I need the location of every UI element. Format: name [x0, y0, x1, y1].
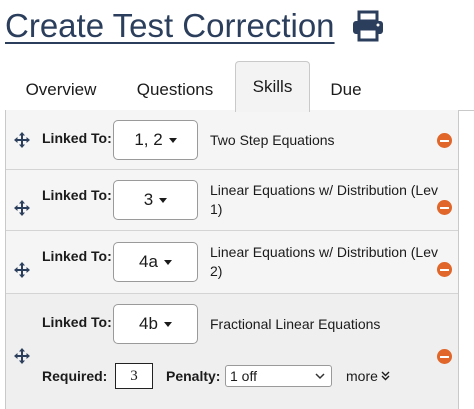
remove-icon[interactable]: [437, 200, 452, 215]
question-select[interactable]: 4b: [113, 304, 198, 344]
skill-row: Linked To: 3 Linear Equations w/ Distrib…: [6, 170, 458, 231]
question-select-value: 4b: [139, 314, 158, 333]
required-label: Required:: [42, 368, 108, 384]
caret-down-icon: [159, 197, 168, 203]
more-label: more: [346, 368, 378, 384]
caret-down-icon: [163, 259, 172, 265]
tab-bar: Overview Questions Skills Due: [5, 60, 474, 112]
required-input[interactable]: [115, 363, 153, 389]
skill-row: Linked To: 4a Linear Equations w/ Distri…: [6, 231, 458, 294]
penalty-select-value: 1 off: [230, 368, 257, 384]
more-link[interactable]: more: [346, 368, 390, 384]
tab-skills[interactable]: Skills: [235, 61, 310, 112]
page-title[interactable]: Create Test Correction: [5, 7, 335, 45]
skills-panel: Linked To: 1, 2 Two Step Equations Linke…: [5, 110, 459, 409]
question-select[interactable]: 3: [113, 180, 198, 220]
question-select[interactable]: 4a: [113, 242, 198, 282]
remove-icon[interactable]: [437, 262, 452, 277]
skill-name: Fractional Linear Equations: [210, 316, 381, 332]
tab-due[interactable]: Due: [319, 68, 373, 111]
double-chevron-down-icon: [381, 371, 390, 381]
skill-name: Linear Equations w/ Distribution (Lev 1): [210, 182, 439, 217]
question-select-value: 3: [143, 190, 154, 209]
linked-to-label: Linked To:: [42, 187, 112, 203]
move-icon[interactable]: [14, 200, 30, 216]
linked-to-label: Linked To:: [42, 130, 112, 146]
question-select-value: 1, 2: [134, 130, 163, 149]
caret-down-icon: [168, 137, 177, 143]
linked-to-label: Linked To:: [42, 248, 112, 264]
question-select-value: 4a: [139, 252, 158, 271]
printer-icon[interactable]: [351, 10, 385, 42]
tab-questions[interactable]: Questions: [120, 68, 230, 111]
move-icon[interactable]: [14, 132, 30, 148]
tab-overview[interactable]: Overview: [10, 68, 112, 111]
remove-icon[interactable]: [437, 133, 452, 148]
penalty-select[interactable]: 1 off: [225, 365, 332, 387]
chevron-down-icon: [315, 373, 325, 380]
question-select[interactable]: 1, 2: [113, 120, 198, 160]
move-icon[interactable]: [14, 348, 30, 364]
skill-row: Linked To: 1, 2 Two Step Equations: [6, 110, 458, 170]
skill-row: Linked To: 4b Fractional Linear Equation…: [6, 294, 458, 409]
linked-to-label: Linked To:: [42, 314, 112, 330]
penalty-label: Penalty:: [166, 368, 221, 384]
title-bar: Create Test Correction: [5, 4, 385, 48]
move-icon[interactable]: [14, 262, 30, 278]
caret-down-icon: [163, 321, 172, 327]
skill-name: Linear Equations w/ Distribution (Lev 2): [210, 244, 439, 279]
skill-name: Two Step Equations: [210, 132, 335, 148]
remove-icon[interactable]: [437, 349, 452, 364]
